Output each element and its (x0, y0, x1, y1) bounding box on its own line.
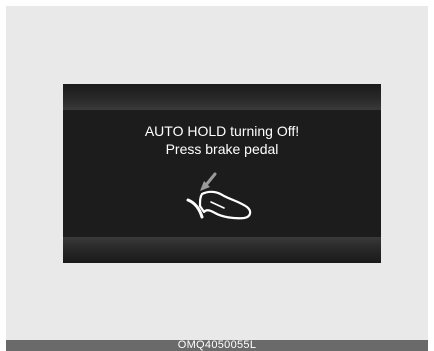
warning-message-line1: AUTO HOLD turning Off! (144, 123, 300, 139)
cluster-display: AUTO HOLD turning Off! Press brake pedal (63, 84, 381, 263)
display-bottom-band (63, 237, 381, 263)
display-top-band (63, 84, 381, 110)
foot-on-brake-pedal-icon (186, 172, 252, 220)
figure-code-bar: OMQ4050055L (6, 340, 428, 351)
warning-message-line2: Press brake pedal (165, 141, 279, 157)
